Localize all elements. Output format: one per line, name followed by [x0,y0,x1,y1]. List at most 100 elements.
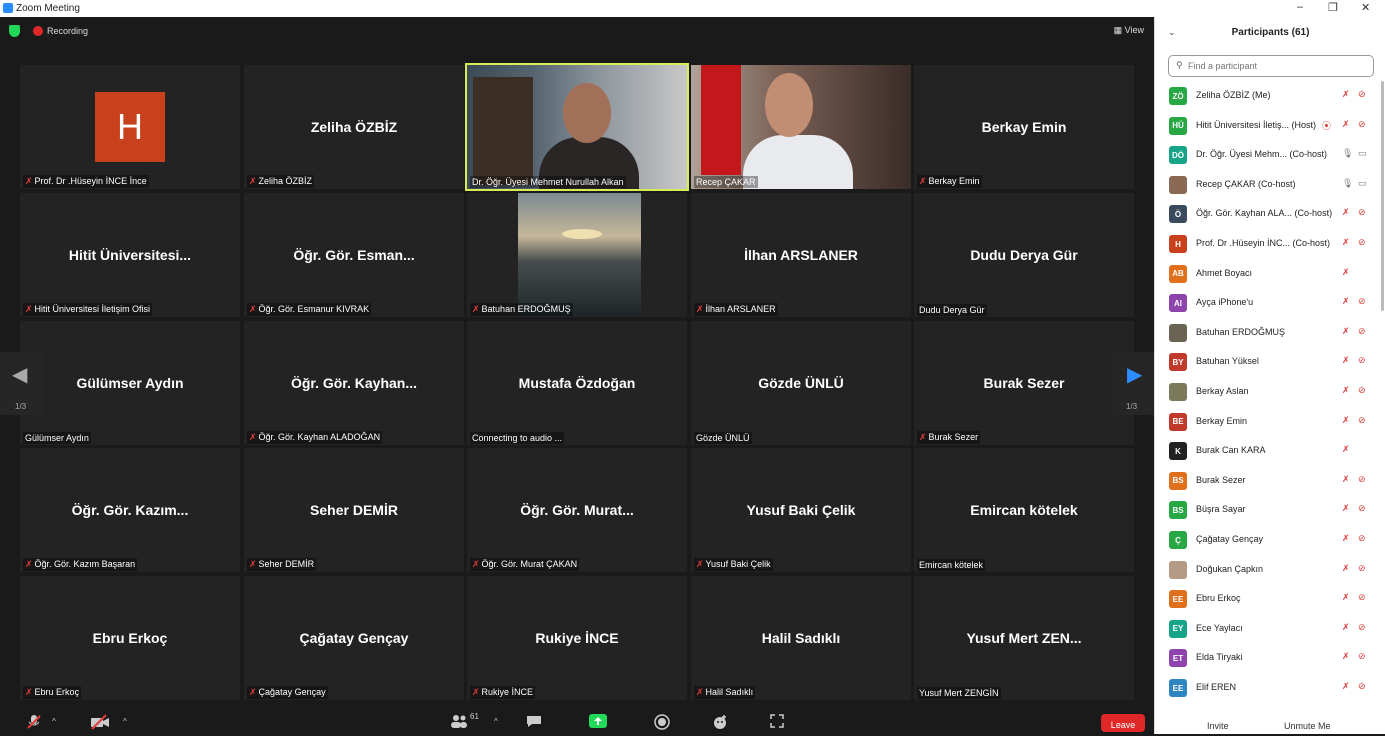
participant-row[interactable]: EE Elif EREN ✗ ⊘ [1155,673,1385,702]
mic-muted-icon[interactable]: ✗ [1342,563,1350,574]
search-input[interactable] [1188,59,1368,73]
mic-muted-icon[interactable]: ✗ [1342,622,1350,633]
next-page-button[interactable]: ▶ 1/3 [1111,352,1154,415]
participant-row[interactable]: Batuhan ERDOĞMUŞ ✗ ⊘ [1155,318,1385,347]
mic-icon[interactable]: 🎙 [1342,178,1353,189]
video-tile[interactable]: Hitit Üniversitesi... ✗ Hitit Üniversitesi… [20,193,240,317]
view-button[interactable]: ▦ View [1114,25,1144,36]
mic-muted-icon[interactable]: ✗ [1342,355,1350,366]
video-icon[interactable]: ▭ [1358,178,1367,189]
video-tile[interactable]: Gözde ÜNLÜ Gözde ÜNLÜ [691,321,911,445]
video-tile[interactable]: Yusuf Baki Çelik ✗ Yusuf Baki Çelik [691,448,911,572]
video-off-icon[interactable]: ⊘ [1358,119,1366,130]
video-off-icon[interactable]: ⊘ [1358,326,1366,337]
video-off-icon[interactable]: ⊘ [1358,237,1366,248]
participant-row[interactable]: H Prof. Dr .Hüseyin İNC... (Co-host) ✗ ⊘ [1155,229,1385,258]
video-off-icon[interactable]: ⊘ [1358,563,1366,574]
video-tile[interactable]: Ebru Erkoç ✗ Ebru Erkoç [20,576,240,700]
apps-button[interactable] [770,714,784,731]
restore-button[interactable]: ❐ [1328,1,1338,14]
list-scrollbar[interactable] [1381,81,1384,311]
video-tile[interactable]: Dudu Derya Gür Dudu Derya Gür [914,193,1134,317]
share-screen-button[interactable] [589,714,607,731]
invite-button[interactable]: Invite [1207,721,1229,731]
participant-row[interactable]: Doğukan Çapkın ✗ ⊘ [1155,555,1385,584]
unmute-button[interactable] [26,714,42,733]
video-off-icon[interactable]: ⊘ [1358,622,1366,633]
reactions-button[interactable] [712,714,728,733]
leave-button[interactable]: Leave [1101,714,1145,732]
mic-muted-icon[interactable]: ✗ [1342,237,1350,248]
participant-row[interactable]: AB Ahmet Boyacı ✗ [1155,259,1385,288]
video-off-icon[interactable]: ⊘ [1358,207,1366,218]
mic-muted-icon[interactable]: ✗ [1342,592,1350,603]
video-tile[interactable]: Öğr. Gör. Kazım... ✗ Öğr. Gör. Kazım Başar… [20,448,240,572]
mic-muted-icon[interactable]: ✗ [1342,415,1350,426]
video-off-icon[interactable]: ⊘ [1358,503,1366,514]
video-tile[interactable]: Recep ÇAKAR [691,65,911,189]
participant-row[interactable]: EE Ebru Erkoç ✗ ⊘ [1155,584,1385,613]
mic-muted-icon[interactable]: ✗ [1342,474,1350,485]
participant-row[interactable]: Ö Öğr. Gör. Kayhan ALA... (Co-host) ✗ ⊘ [1155,199,1385,228]
video-tile[interactable]: Seher DEMİR ✗ Seher DEMİR [244,448,464,572]
video-off-icon[interactable]: ⊘ [1358,681,1366,692]
participant-row[interactable]: BS Burak Sezer ✗ ⊘ [1155,466,1385,495]
participants-button[interactable] [450,714,468,731]
video-tile[interactable]: Rukiye İNCE ✗ Rukiye İNCE [467,576,687,700]
participant-row[interactable]: ZÖ Zeliha ÖZBİZ (Me) ✗ ⊘ [1155,81,1385,110]
video-off-icon[interactable]: ⊘ [1358,474,1366,485]
participant-row[interactable]: BY Batuhan Yüksel ✗ ⊘ [1155,347,1385,376]
video-tile[interactable]: H ✗ Prof. Dr .Hüseyin İNCE İnce [20,65,240,189]
participant-row[interactable]: K Burak Can KARA ✗ [1155,436,1385,465]
video-off-icon[interactable]: ⊘ [1358,592,1366,603]
participant-row[interactable]: EY Ece Yaylacı ✗ ⊘ [1155,614,1385,643]
video-off-icon[interactable]: ⊘ [1358,415,1366,426]
video-tile[interactable]: Burak Sezer ✗ Burak Sezer [914,321,1134,445]
video-off-icon[interactable]: ⊘ [1358,355,1366,366]
security-shield-icon[interactable] [9,25,20,37]
minimize-button[interactable]: – [1297,1,1303,13]
video-tile[interactable]: Halil Sadıklı ✗ Halil Sadıklı [691,576,911,700]
participant-row[interactable]: AI Ayça iPhone'u ✗ ⊘ [1155,288,1385,317]
start-video-button[interactable] [90,714,110,733]
video-tile[interactable]: Emircan kötelek Emircan kötelek [914,448,1134,572]
mic-muted-icon[interactable]: ✗ [1342,503,1350,514]
participant-row[interactable]: Berkay Aslan ✗ ⊘ [1155,377,1385,406]
video-tile[interactable]: Çağatay Gençay ✗ Çağatay Gençay [244,576,464,700]
mic-muted-icon[interactable]: ✗ [1342,119,1350,130]
mic-muted-icon[interactable]: ✗ [1342,89,1350,100]
video-tile[interactable]: Gülümser Aydın Gülümser Aydın [20,321,240,445]
mic-icon[interactable]: 🎙 [1342,148,1353,159]
video-tile[interactable]: Zeliha ÖZBİZ ✗ Zeliha ÖZBİZ [244,65,464,189]
participant-row[interactable]: ET Elda Tiryaki ✗ ⊘ [1155,643,1385,672]
video-off-icon[interactable]: ⊘ [1358,296,1366,307]
video-off-icon[interactable]: ⊘ [1358,651,1366,662]
video-tile[interactable]: Dr. Öğr. Üyesi Mehmet Nurullah Alkan [465,63,689,191]
mic-muted-icon[interactable]: ✗ [1342,681,1350,692]
mic-muted-icon[interactable]: ✗ [1342,326,1350,337]
mic-muted-icon[interactable]: ✗ [1342,267,1350,278]
record-button[interactable] [654,714,670,733]
video-tile[interactable]: Mustafa Özdoğan Connecting to audio ... [467,321,687,445]
video-tile[interactable]: Yusuf Mert ZEN... Yusuf Mert ZENGİN [914,576,1134,700]
video-tile[interactable]: Öğr. Gör. Murat... ✗ Öğr. Gör. Murat ÇAKAN [467,448,687,572]
participant-row[interactable]: BS Büşra Sayar ✗ ⊘ [1155,495,1385,524]
mic-muted-icon[interactable]: ✗ [1342,207,1350,218]
close-button[interactable]: ✕ [1361,1,1370,14]
video-off-icon[interactable]: ⊘ [1358,533,1366,544]
participant-row[interactable]: DÖ Dr. Öğr. Üyesi Mehm... (Co-host) 🎙 ▭ [1155,140,1385,169]
video-options-chevron-icon[interactable]: ^ [123,717,127,726]
participant-row[interactable]: BE Berkay Emin ✗ ⊘ [1155,407,1385,436]
audio-options-chevron-icon[interactable]: ^ [52,717,56,726]
participant-row[interactable]: Ç Çağatay Gençay ✗ ⊘ [1155,525,1385,554]
participant-row[interactable]: Recep ÇAKAR (Co-host) 🎙 ▭ [1155,170,1385,199]
video-tile[interactable]: Öğr. Gör. Esman... ✗ Öğr. Gör. Esmanur KIV… [244,193,464,317]
video-tile[interactable]: Öğr. Gör. Kayhan... ✗ Öğr. Gör. Kayhan ALA… [244,321,464,445]
prev-page-button[interactable]: ◀ 1/3 [0,352,43,415]
video-icon[interactable]: ▭ [1358,148,1367,159]
mic-muted-icon[interactable]: ✗ [1342,296,1350,307]
mic-muted-icon[interactable]: ✗ [1342,651,1350,662]
video-tile[interactable]: Berkay Emin ✗ Berkay Emin [914,65,1134,189]
video-off-icon[interactable]: ⊘ [1358,385,1366,396]
video-tile[interactable]: İlhan ARSLANER ✗ İlhan ARSLANER [691,193,911,317]
